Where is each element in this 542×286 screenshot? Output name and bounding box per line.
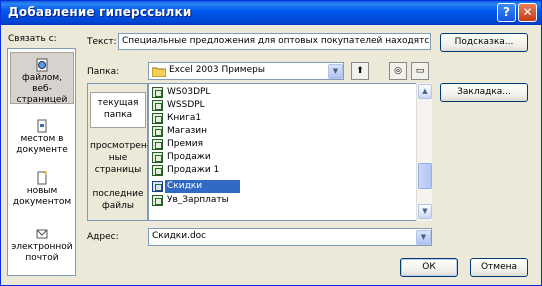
file-name: WSSDPL [167,100,205,110]
recent-files-item[interactable]: последние файлы [90,184,146,214]
list-item[interactable]: WS03DPL [151,86,415,99]
up-folder-button[interactable]: ⬆ [351,62,369,80]
screen-tip-button[interactable]: Подсказка... [440,33,528,52]
email-icon [36,229,48,239]
look-in-dropdown-button[interactable]: ▼ [328,64,343,79]
scroll-up-button[interactable]: ▲ [418,84,432,99]
link-to-new-document[interactable]: новым документом [10,171,74,211]
open-folder-icon: ▭ [415,66,425,76]
link-to-panel: файлом, веб-страницей местом в документе… [7,48,76,276]
list-item[interactable]: Продажи 1 [151,164,415,177]
file-name: Магазин [167,126,208,136]
document-place-icon [37,119,47,133]
look-in-select[interactable]: Excel 2003 Примеры [148,62,344,80]
close-button[interactable]: ✕ [518,3,537,22]
current-folder-item[interactable]: текущая папка [90,92,146,128]
file-name: Скидки [165,180,241,193]
file-name: Продажи 1 [167,165,220,175]
title-bar: Добавление гиперссылки ? ✕ [1,1,541,25]
link-to-new-document-label: новым документом [12,186,72,207]
scroll-down-button[interactable]: ▼ [418,204,432,219]
file-list: WS03DPL WSSDPL Книга1 Магазин Премия Про… [148,83,432,221]
chevron-down-icon: ▼ [422,207,428,215]
link-to-email[interactable]: электронной почтой [10,227,74,267]
file-name: Премия [167,139,204,149]
list-item-selected[interactable]: Скидки [151,180,415,193]
word-document-icon [152,181,163,192]
text-label: Текст: [87,37,117,47]
hyperlink-dialog: Добавление гиперссылки ? ✕ Связать с: фа… [0,0,542,286]
chevron-up-icon: ▲ [422,87,428,95]
scroll-thumb[interactable] [418,163,432,189]
spreadsheet-icon [152,126,163,137]
chevron-down-icon: ▼ [420,233,427,241]
file-name: Продажи [167,152,211,162]
cancel-button[interactable]: Отмена [470,258,528,277]
look-in-categories: текущая папка просмотрен-ные страницы по… [87,83,150,221]
web-page-icon [36,58,48,72]
file-name: Книга1 [167,113,202,123]
bookmark-button[interactable]: Закладка... [440,83,528,102]
text-to-display-input[interactable]: Специальные предложения для оптовых поку… [118,33,431,50]
file-name: Ув_Зарплаты [167,195,229,205]
list-item[interactable]: WSSDPL [151,99,415,112]
list-item[interactable]: Продажи [151,151,415,164]
up-folder-icon: ⬆ [356,66,364,76]
browse-file-button[interactable]: ▭ [411,62,429,80]
spreadsheet-icon [152,100,163,111]
look-in-label: Папка: [87,67,120,77]
spreadsheet-icon [152,139,163,150]
address-label: Адрес: [87,232,119,242]
link-to-file-web-label: файлом, веб-страницей [16,73,68,105]
browsed-pages-item[interactable]: просмотрен-ные страницы [90,136,150,180]
spreadsheet-icon [152,113,163,124]
spreadsheet-icon [152,165,163,176]
browse-web-button[interactable]: ◎ [389,62,407,80]
folder-icon [152,67,166,77]
address-dropdown-button[interactable]: ▼ [416,230,431,245]
browse-web-icon: ◎ [394,66,402,76]
list-item[interactable]: Ув_Зарплаты [151,194,415,207]
link-to-label: Связать с: [8,34,57,44]
address-input[interactable]: Скидки.doc [148,228,432,246]
look-in-value: Excel 2003 Примеры [169,65,265,75]
spreadsheet-icon [152,87,163,98]
close-icon: ✕ [522,5,533,19]
dialog-title: Добавление гиперссылки [8,5,192,19]
new-document-icon [37,171,47,185]
list-item[interactable]: Магазин [151,125,415,138]
file-name: WS03DPL [167,87,211,97]
list-item[interactable]: Книга1 [151,112,415,125]
chevron-down-icon: ▼ [332,67,339,75]
link-to-place-in-document[interactable]: местом в документе [10,119,74,159]
help-icon: ? [503,5,510,19]
link-to-file-web[interactable]: файлом, веб-страницей [10,52,74,105]
link-to-place-label: местом в документе [16,134,68,155]
link-to-email-label: электронной почтой [11,242,73,263]
spreadsheet-icon [152,195,163,206]
help-button[interactable]: ? [497,3,516,22]
list-item[interactable]: Премия [151,138,415,151]
spreadsheet-icon [152,152,163,163]
ok-button[interactable]: ОК [400,258,458,277]
file-list-scrollbar[interactable]: ▲ ▼ [416,83,432,221]
